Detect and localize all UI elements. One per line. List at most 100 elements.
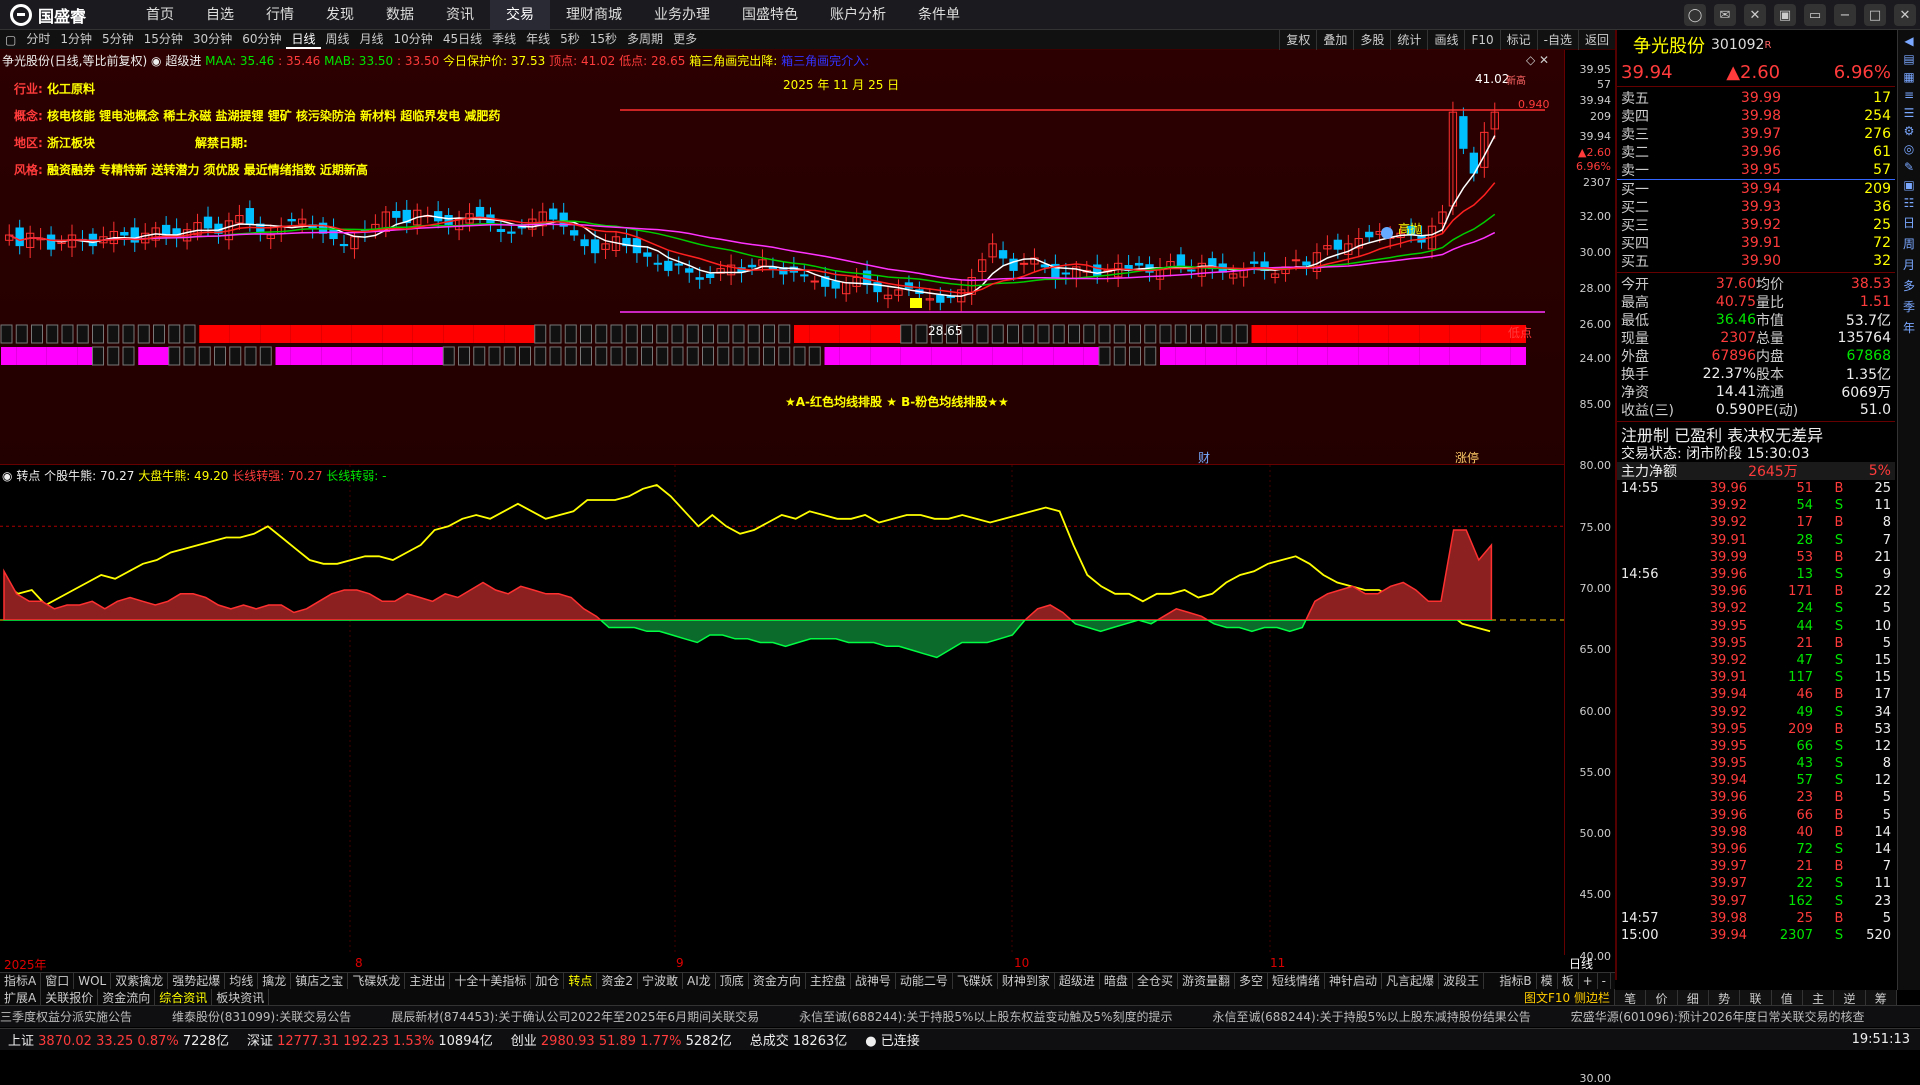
kline-chart-pane[interactable]: 争光股份(日线,等比前复权) ◉ 超级进 MAA: 35.46 : 35.46 … bbox=[0, 50, 1564, 465]
nav-item-2[interactable]: 行情 bbox=[250, 0, 310, 30]
skin-icon[interactable]: ▣ bbox=[1774, 4, 1796, 26]
indicator-tab-right-2[interactable]: 板 bbox=[1558, 973, 1579, 989]
news-item-2[interactable]: 展辰新材(874453):关于确认公司2022年至2025年6月期间关联交易 bbox=[391, 1008, 759, 1025]
indicator-tab-9[interactable]: 主进出 bbox=[405, 973, 451, 989]
indicator-tab-6[interactable]: 擒龙 bbox=[258, 973, 292, 989]
sidebar-period-5[interactable]: 年 bbox=[1899, 319, 1919, 336]
period-tab-10[interactable]: 45日线 bbox=[438, 30, 487, 49]
period-tab-13[interactable]: 5秒 bbox=[555, 30, 585, 49]
period-tab-12[interactable]: 年线 bbox=[521, 30, 555, 49]
nav-item-11[interactable]: 条件单 bbox=[902, 0, 976, 30]
indicator-tab-19[interactable]: 战神号 bbox=[851, 973, 896, 989]
info-tab-1[interactable]: 关联报价 bbox=[41, 989, 99, 1005]
nav-item-0[interactable]: 首页 bbox=[130, 0, 190, 30]
news-ticker[interactable]: 三季度权益分派实施公告 维泰股份(831099):关联交易公告 展辰新材(87445… bbox=[0, 1005, 1920, 1027]
sidebar-period-2[interactable]: 月 bbox=[1899, 256, 1919, 273]
sidebar-icon-2[interactable]: ▦ bbox=[1899, 70, 1919, 84]
nav-item-9[interactable]: 国盛特色 bbox=[726, 0, 814, 30]
nav-item-4[interactable]: 数据 bbox=[370, 0, 430, 30]
period-tab-6[interactable]: 日线 bbox=[286, 30, 321, 49]
indicator-tab-24[interactable]: 暗盘 bbox=[1100, 973, 1133, 989]
maximize-icon[interactable]: □ bbox=[1864, 4, 1886, 26]
period-tab-2[interactable]: 5分钟 bbox=[97, 30, 139, 49]
nav-item-5[interactable]: 资讯 bbox=[430, 0, 490, 30]
sz-index[interactable]: 深证 12777.31 192.23 1.53% 10894亿 bbox=[247, 1030, 493, 1049]
sidebar-icon-7[interactable]: ✎ bbox=[1899, 160, 1919, 174]
indicator-tab-22[interactable]: 财神到家 bbox=[998, 973, 1055, 989]
news-item-3[interactable]: 永信至诚(688244):关于持股5%以上股东权益变动触及5%刻度的提示 bbox=[799, 1008, 1172, 1025]
period-tab-16[interactable]: 更多 bbox=[668, 30, 702, 49]
tool-button-3[interactable]: 统计 bbox=[1390, 30, 1427, 50]
sidebar-period-0[interactable]: 日 bbox=[1899, 214, 1919, 231]
period-tab-14[interactable]: 15秒 bbox=[585, 30, 622, 49]
period-tab-3[interactable]: 15分钟 bbox=[139, 30, 188, 49]
message-icon[interactable]: ◯ bbox=[1684, 4, 1706, 26]
quote-tab-6[interactable]: 主 bbox=[1803, 990, 1835, 1006]
collapse-icon[interactable]: ◇ ✕ bbox=[1526, 53, 1549, 67]
sidebar-period-4[interactable]: 季 bbox=[1899, 298, 1919, 315]
sidebar-icon-4[interactable]: ☰ bbox=[1899, 106, 1919, 120]
indicator-tab-26[interactable]: 游资量翻 bbox=[1178, 973, 1235, 989]
sidebar-icon-1[interactable]: ▤ bbox=[1899, 52, 1919, 66]
tick-list[interactable]: 14:55 39.96 51 B 25 39.92 54 S 11 39.92 17 B 8 39.91 2… bbox=[1617, 480, 1895, 944]
indicator-tab-0[interactable]: 指标A bbox=[0, 973, 42, 989]
settings-icon[interactable]: ◉ bbox=[151, 54, 161, 68]
indicator-tab-18[interactable]: 主控盘 bbox=[806, 973, 851, 989]
nav-item-10[interactable]: 账户分析 bbox=[814, 0, 902, 30]
period-tab-15[interactable]: 多周期 bbox=[622, 30, 668, 49]
tool-button-8[interactable]: 返回 bbox=[1577, 30, 1615, 50]
sh-index[interactable]: 上证 3870.02 33.25 0.87% 7228亿 bbox=[8, 1030, 229, 1049]
quote-tab-7[interactable]: 逆 bbox=[1834, 990, 1866, 1006]
news-item-1[interactable]: 维泰股份(831099):关联交易公告 bbox=[172, 1008, 351, 1025]
indicator-tab-10[interactable]: 十全十美指标 bbox=[450, 973, 532, 989]
indicator-tab-28[interactable]: 短线情绪 bbox=[1268, 973, 1325, 989]
sidebar-icon-0[interactable]: ◀ bbox=[1899, 34, 1919, 48]
tool-button-1[interactable]: 叠加 bbox=[1316, 30, 1353, 50]
indicator-tab-8[interactable]: 飞碟妖龙 bbox=[348, 973, 406, 989]
quote-tab-5[interactable]: 值 bbox=[1772, 990, 1803, 1006]
minimize-icon[interactable]: − bbox=[1834, 4, 1856, 26]
indicator-tab-4[interactable]: 强势起爆 bbox=[168, 973, 226, 989]
f10-link[interactable]: 图文F10 侧边栏 bbox=[1520, 989, 1615, 1005]
tool-button-2[interactable]: 多股 bbox=[1353, 30, 1390, 50]
news-item-5[interactable]: 宏盛华源(601096):预计2026年度日常关联交易的核查 bbox=[1571, 1008, 1865, 1025]
tool-button-4[interactable]: 画线 bbox=[1427, 30, 1464, 50]
sidebar-period-3[interactable]: 多 bbox=[1899, 277, 1919, 294]
quote-tab-3[interactable]: 势 bbox=[1709, 990, 1741, 1006]
indicator-settings-icon[interactable]: ◉ bbox=[2, 469, 12, 483]
indicator-tab-27[interactable]: 多空 bbox=[1235, 973, 1268, 989]
sidebar-icon-8[interactable]: ▣ bbox=[1899, 178, 1919, 192]
period-tab-11[interactable]: 季线 bbox=[487, 30, 521, 49]
indicator-tab-13[interactable]: 资金2 bbox=[597, 973, 639, 989]
period-tab-8[interactable]: 月线 bbox=[355, 30, 389, 49]
info-tab-4[interactable]: 板块资讯 bbox=[212, 989, 270, 1005]
indicator-tab-right-4[interactable]: - bbox=[1598, 973, 1611, 989]
sidebar-icon-5[interactable]: ⚙ bbox=[1899, 124, 1919, 138]
indicator-tab-2[interactable]: WOL bbox=[74, 973, 112, 989]
sidebar-period-1[interactable]: 周 bbox=[1899, 235, 1919, 252]
news-item-4[interactable]: 永信至诚(688244):关于持股5%以上股东减持股份结果公告 bbox=[1212, 1008, 1530, 1025]
period-tab-9[interactable]: 10分钟 bbox=[389, 30, 438, 49]
sidebar-icon-6[interactable]: ◎ bbox=[1899, 142, 1919, 156]
nav-item-8[interactable]: 业务办理 bbox=[638, 0, 726, 30]
info-tab-3[interactable]: 综合资讯 bbox=[155, 989, 213, 1005]
tool-button-6[interactable]: 标记 bbox=[1499, 30, 1537, 50]
indicator-tab-25[interactable]: 全仓买 bbox=[1133, 973, 1178, 989]
period-tab-0[interactable]: 分时 bbox=[21, 30, 55, 49]
mail-icon[interactable]: ✉ bbox=[1714, 4, 1736, 26]
indicator-tab-5[interactable]: 均线 bbox=[225, 973, 259, 989]
indicator-tab-11[interactable]: 加仓 bbox=[531, 973, 565, 989]
cy-index[interactable]: 创业 2980.93 51.89 1.77% 5282亿 bbox=[511, 1030, 732, 1049]
indicator-pane[interactable]: ◉ 转点 个股牛熊: 70.27 大盘牛熊: 49.20 长线转强: 70.27… bbox=[0, 465, 1564, 955]
indicator-tab-14[interactable]: 宁波敢 bbox=[638, 973, 684, 989]
window-icon[interactable]: ▭ bbox=[1804, 4, 1826, 26]
main-flow-row[interactable]: 主力净额 2645万 5% bbox=[1617, 462, 1895, 480]
indicator-tab-23[interactable]: 超级进 bbox=[1055, 973, 1100, 989]
indicator-tab-1[interactable]: 窗口 bbox=[41, 973, 75, 989]
sidebar-icon-9[interactable]: ☷ bbox=[1899, 196, 1919, 210]
info-tab-0[interactable]: 扩展A bbox=[0, 989, 42, 1005]
indicator-tab-30[interactable]: 凡言起爆 bbox=[1382, 973, 1440, 989]
indicator-tab-17[interactable]: 资金方向 bbox=[749, 973, 806, 989]
quote-tab-2[interactable]: 细 bbox=[1678, 990, 1709, 1006]
indicator-tab-12[interactable]: 转点 bbox=[564, 973, 598, 989]
